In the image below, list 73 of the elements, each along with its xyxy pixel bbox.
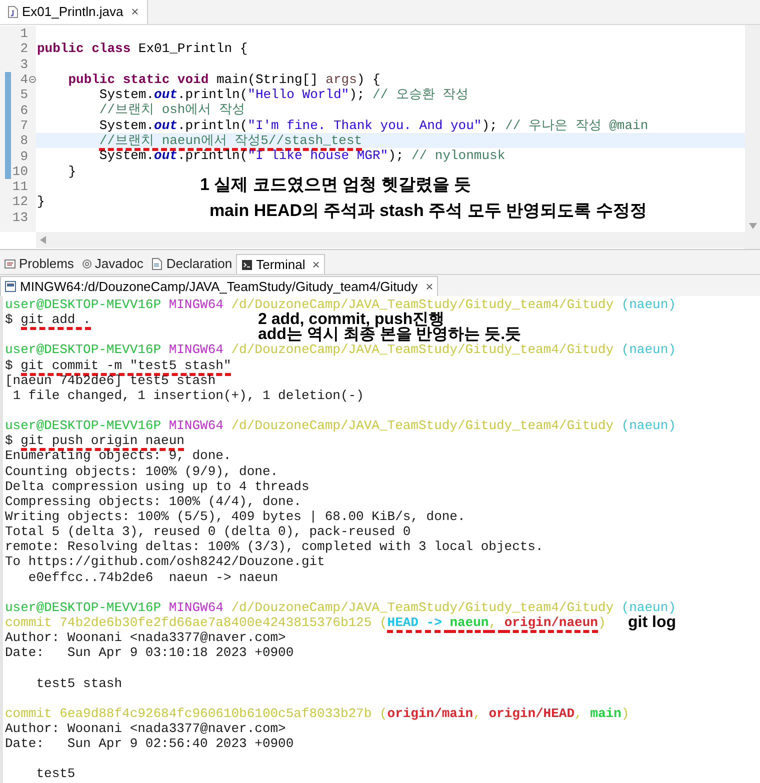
code-line: //브랜치 naeun에서 작성5//stash_test xyxy=(37,133,362,148)
view-tab[interactable]: Javadoc xyxy=(78,254,148,274)
terminal-line: user@DESKTOP-MEVV16P MINGW64 /d/DouzoneCamp/JAVA_TeamStudy/Gitudy_team4/Gitudy (naeun) xyxy=(5,600,676,615)
declaration-icon xyxy=(151,258,164,270)
terminal-line: user@DESKTOP-MEVV16P MINGW64 /d/DouzoneCamp/JAVA_TeamStudy/Gitudy_team4/Gitudy (naeun) xyxy=(5,342,676,358)
code-line: } xyxy=(37,194,45,210)
close-icon[interactable]: × xyxy=(131,2,139,22)
terminal-line: Counting objects: 100% (9/9), done. xyxy=(5,464,278,479)
line-number: 12 xyxy=(11,195,28,208)
view-tab[interactable]: Problems xyxy=(0,254,78,274)
vertical-scrollbar[interactable] xyxy=(745,25,760,249)
java-file-icon xyxy=(8,6,18,18)
terminal-line: To https://github.com/osh8242/Douzone.git xyxy=(5,554,325,570)
line-number: 13 xyxy=(11,210,28,224)
terminal-line: Compressing objects: 100% (4/4), done. xyxy=(5,494,302,509)
annotation-note: main HEAD의 주석과 stash 주석 모두 반영되도록 수정정 xyxy=(208,202,647,220)
problems-icon xyxy=(4,258,16,270)
terminal-tab[interactable]: MINGW64:/d/DouzoneCamp/JAVA_TeamStudy/Gitudy_team4/Gitudy × xyxy=(0,276,438,296)
code-line: public class Ex01_Println { xyxy=(37,41,248,57)
fold-icon[interactable] xyxy=(28,76,36,84)
terminal-line: user@DESKTOP-MEVV16P MINGW64 /d/DouzoneCamp/JAVA_TeamStudy/Gitudy_team4/Gitudy (naeun) xyxy=(5,297,676,312)
terminal-line: commit 6ea9d88f4c92684fc960610b6100c5af8033b27b (origin/main, origin/HEAD, main) xyxy=(5,706,630,721)
code-line: System.out.println("I'm fine. Thank you. And you"); // 우나은 작성 @main xyxy=(98,118,648,134)
code-line: //브랜치 osh에서 작성 xyxy=(98,102,246,118)
terminal-icon xyxy=(241,258,254,270)
scroll-down-icon[interactable] xyxy=(748,223,756,229)
horizontal-scrollbar[interactable] xyxy=(36,232,745,248)
code-line: } xyxy=(67,164,76,179)
line-number: 6 xyxy=(19,104,28,117)
code-line: public static void main(String[] args) { xyxy=(67,72,380,88)
terminal-line: test5 xyxy=(35,766,76,782)
line-number: 7 xyxy=(19,118,28,132)
terminal-line: 1 file changed, 1 insertion(+), 1 deletion(-) xyxy=(12,388,364,403)
close-icon[interactable]: × xyxy=(426,276,434,296)
line-number: 8 xyxy=(19,134,28,148)
terminal-line: Author: Woonani <nada3377@naver.com> xyxy=(5,630,286,646)
terminal-line: Writing objects: 100% (5/5), 409 bytes | 68.00 KiB/s, done. xyxy=(5,508,466,524)
line-number: 11 xyxy=(11,180,28,194)
view-tab[interactable]: Terminal × xyxy=(236,254,325,274)
terminal-line: Author: Woonani <nada3377@naver.com> xyxy=(5,720,286,736)
close-icon[interactable]: × xyxy=(312,254,320,274)
line-number: 1 xyxy=(19,27,28,40)
console-icon xyxy=(5,281,16,292)
code-line: System.out.println("I like house MGR"); // nylonmusk xyxy=(98,148,506,164)
line-number: 3 xyxy=(19,58,28,71)
terminal-line: Date: Sun Apr 9 02:56:40 2023 +0900 xyxy=(5,736,294,752)
annotation-note: 1 실제 코드였으면 엄청 헷갈렸을 듯 xyxy=(200,176,472,194)
line-number: 10 xyxy=(11,164,28,178)
terminal-line: Delta compression using up to 4 threads xyxy=(5,478,310,494)
terminal-line: Date: Sun Apr 9 03:10:18 2023 +0900 xyxy=(5,645,294,660)
terminal-line: $ git push origin naeun xyxy=(5,433,184,448)
terminal-line: Enumerating objects: 9, done. xyxy=(5,448,232,464)
line-number: 4 xyxy=(19,73,28,86)
view-tab[interactable]: Declaration xyxy=(147,254,236,274)
terminal-line: [naeun 74b2de6] test5 stash xyxy=(5,372,216,388)
terminal-line: Total 5 (delta 3), reused 0 (delta 0), pack-reused 0 xyxy=(5,524,411,540)
line-number: 2 xyxy=(19,42,28,56)
terminal-line: commit 74b2de6b30fe2fd66ae7a8400e4243815376b125 (HEAD -> naeun, origin/naeun) xyxy=(5,614,606,630)
scroll-left-icon[interactable] xyxy=(40,236,46,244)
terminal-line: e0effcc..74b2de6 naeun -> naeun xyxy=(27,570,278,585)
annotation-note: 2 add, commit, push진행 xyxy=(258,312,445,327)
terminal-line: $ git add . xyxy=(5,312,91,328)
terminal-line: test5 stash xyxy=(35,676,122,691)
annotation-note: git log xyxy=(628,615,676,630)
annotation-note: add는 역시 최종 본을 반영하는 듯.듯 xyxy=(258,327,522,342)
editor-tab[interactable]: Ex01_Println.java × xyxy=(0,0,148,24)
code-line: System.out.println("Hello World"); // 오승환 작성 xyxy=(98,87,469,102)
line-number: 5 xyxy=(19,88,28,102)
terminal-line: $ git commit -m "test5 stash" xyxy=(5,358,232,373)
terminal-line: remote: Resolving deltas: 100% (3/3), completed with 3 local objects. xyxy=(5,539,544,554)
at-sign-icon xyxy=(82,259,92,269)
line-number: 9 xyxy=(19,150,28,163)
terminal-line: user@DESKTOP-MEVV16P MINGW64 /d/DouzoneCamp/JAVA_TeamStudy/Gitudy_team4/Gitudy (naeun) xyxy=(5,418,676,434)
